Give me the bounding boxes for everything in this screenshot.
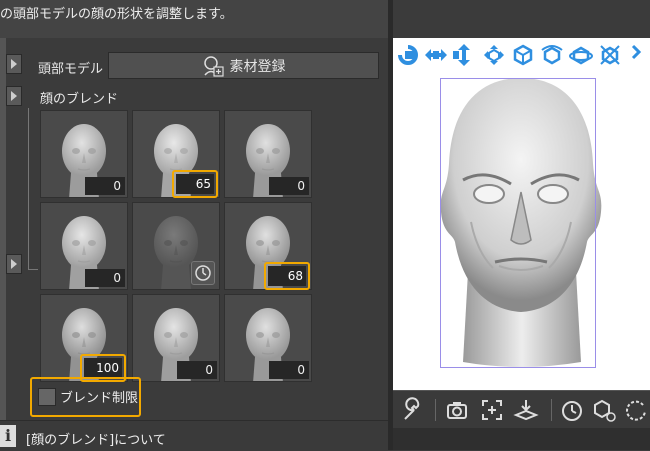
rotate-z-icon[interactable] [597,42,623,68]
rotate-object-icon[interactable] [510,42,536,68]
timer-icon[interactable] [559,397,585,423]
register-material-button[interactable]: 素材登録 [108,52,379,79]
blend-value[interactable]: 0 [269,361,309,379]
bottom-filler [393,428,650,450]
head-model-label: 頭部モデル [38,62,104,77]
move-horizontal-icon[interactable] [423,42,449,68]
rotate-x-icon[interactable] [568,42,594,68]
blend-limit-label: ブレンド制限 [60,391,139,406]
face-blend-cell[interactable] [132,202,220,290]
selection-bounding-box [440,78,596,368]
blend-value-highlight: 68 [264,262,310,290]
info-link[interactable]: [顔のブレンド]について [26,429,166,448]
move-3d-icon[interactable] [481,42,507,68]
expand-arrow-head-model[interactable] [6,54,22,74]
tree-line [28,108,29,270]
register-material-label: 素材登録 [229,58,286,75]
blend-limit-highlight: ブレンド制限 [30,377,141,417]
rotate-icon[interactable] [623,397,649,423]
blend-limit-checkbox[interactable] [38,388,56,406]
description-text: の頭部モデルの顔の形状を調整します。 [0,0,392,38]
face-blend-cell[interactable]: 0 [224,110,312,198]
blend-value[interactable]: 0 [85,269,125,287]
camera-icon[interactable] [445,397,471,423]
timer-icon[interactable] [191,261,215,285]
object-launcher-bar [393,390,650,429]
face-blend-cell[interactable]: 0 [224,294,312,382]
manipulator-toolbar [393,38,650,72]
wrench-icon[interactable] [399,397,425,423]
blend-value[interactable]: 100 [84,358,122,378]
expand-arrow-side[interactable] [6,254,22,274]
blend-value[interactable]: 0 [177,361,217,379]
more-tools-icon[interactable] [625,42,650,68]
face-blend-cell[interactable]: 0 [40,110,128,198]
face-blend-label: 顔のブレンド [40,92,119,107]
rotate-y-icon[interactable] [539,42,565,68]
info-bar: i [顔のブレンド]について [0,420,392,451]
model-pose-icon[interactable] [591,397,617,423]
face-blend-cell[interactable]: 0 [132,294,220,382]
blend-value[interactable]: 68 [268,266,306,286]
blend-value[interactable]: 0 [269,177,309,195]
register-material-icon [203,55,224,77]
fit-view-icon[interactable] [479,397,505,423]
tree-line-branch [28,269,38,270]
move-vertical-icon[interactable] [451,42,477,68]
blend-value[interactable]: 0 [85,177,125,195]
rotate-camera-icon[interactable] [395,42,421,68]
blend-value-highlight: 65 [172,170,218,198]
expand-arrow-face-blend[interactable] [6,86,22,106]
face-blend-cell[interactable]: 0 [40,202,128,290]
info-icon: i [0,425,16,447]
ground-icon[interactable] [513,397,539,423]
blend-value[interactable]: 65 [176,174,214,194]
